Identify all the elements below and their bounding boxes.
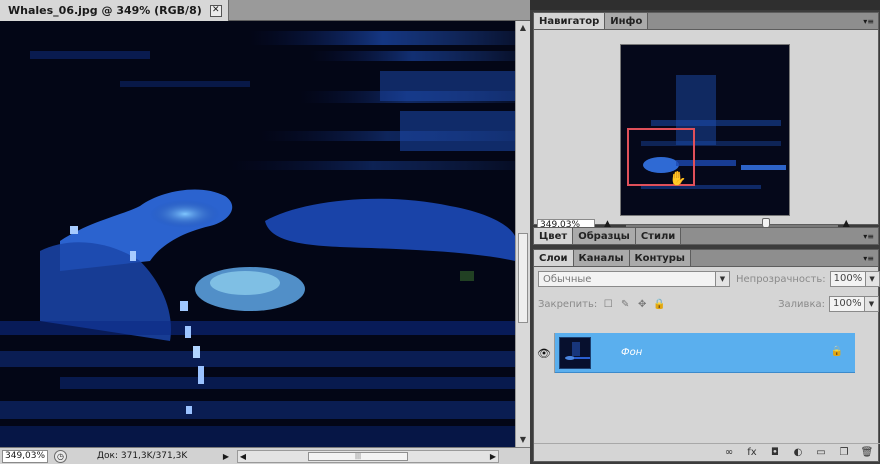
- status-menu-arrow-icon[interactable]: ▶: [221, 452, 231, 461]
- scroll-up-icon[interactable]: ▲: [518, 23, 528, 33]
- panel-menu-icon[interactable]: ▾≡: [863, 232, 874, 241]
- link-layers-icon[interactable]: ∞: [722, 447, 736, 458]
- layer-lock-icon: 🔒: [830, 346, 843, 357]
- navigator-tab-row: Навигатор Инфо ▾≡: [533, 12, 879, 30]
- zoom-field[interactable]: 349,03%: [2, 449, 48, 463]
- document-tab-bar: Whales_06.jpg @ 349% (RGB/8) ✕: [0, 0, 530, 21]
- document-tab-title: Whales_06.jpg @ 349% (RGB/8): [8, 4, 202, 17]
- panel-menu-icon[interactable]: ▾≡: [863, 17, 874, 26]
- tab-color[interactable]: Цвет: [534, 228, 574, 244]
- fill-label: Заливка:: [778, 298, 825, 310]
- tab-styles[interactable]: Стили: [635, 228, 682, 244]
- vertical-scrollbar[interactable]: ▲ ▼: [515, 21, 530, 447]
- layer-style-icon[interactable]: fx: [745, 447, 759, 458]
- vertical-scroll-thumb[interactable]: [518, 233, 528, 323]
- opacity-dropdown-icon[interactable]: ▼: [865, 271, 880, 287]
- scroll-down-icon[interactable]: ▼: [518, 435, 528, 445]
- layer-selection[interactable]: Фон 🔒: [555, 333, 855, 373]
- close-icon[interactable]: ✕: [209, 4, 222, 17]
- status-info-icon[interactable]: ◷: [54, 449, 67, 463]
- lock-transparency-icon[interactable]: ☐: [602, 298, 614, 310]
- adjustment-layer-icon[interactable]: ◐: [791, 447, 805, 458]
- hand-cursor-icon: ✋: [669, 171, 687, 187]
- blend-mode-value: Обычные: [543, 273, 592, 285]
- whale-image: [0, 21, 515, 447]
- fill-dropdown-icon[interactable]: ▼: [865, 296, 879, 312]
- navigator-panel: ✋ 349,03% ▲ ▲: [533, 30, 879, 232]
- add-mask-icon[interactable]: ◘: [768, 447, 782, 458]
- lock-row: Закрепить: ☐ ✎ ✥ 🔒 Заливка: 100% ▼: [534, 294, 880, 314]
- eye-icon[interactable]: 👁: [534, 333, 555, 373]
- blend-row: Обычные ▼ Непрозрачность: 100% ▼: [534, 269, 880, 289]
- layers-footer: ∞ fx ◘ ◐ ▭ ❐ 🗑: [534, 443, 880, 461]
- panel-menu-icon[interactable]: ▾≡: [863, 254, 874, 263]
- tab-paths[interactable]: Контуры: [629, 250, 691, 266]
- scroll-right-icon[interactable]: ▶: [488, 451, 498, 462]
- photoshop-workspace: Whales_06.jpg @ 349% (RGB/8) ✕ ▲ ▼ 349,0…: [0, 0, 880, 464]
- lock-all-icon[interactable]: 🔒: [653, 298, 665, 310]
- blend-mode-select[interactable]: Обычные ▼: [538, 271, 730, 287]
- opacity-label: Непрозрачность:: [736, 273, 826, 285]
- fill-field[interactable]: 100%: [829, 296, 865, 312]
- chevron-down-icon[interactable]: ▼: [715, 272, 729, 286]
- image-canvas[interactable]: [0, 21, 515, 447]
- document-window: Whales_06.jpg @ 349% (RGB/8) ✕ ▲ ▼ 349,0…: [0, 0, 530, 464]
- horizontal-scroll-thumb[interactable]: |||: [308, 451, 408, 461]
- horizontal-scrollbar[interactable]: ◀ ||| ▶: [237, 449, 499, 463]
- layers-panel: Обычные ▼ Непрозрачность: 100% ▼ Закрепи…: [533, 267, 880, 462]
- scroll-left-icon[interactable]: ◀: [238, 451, 248, 462]
- tab-info[interactable]: Инфо: [605, 13, 649, 29]
- navigator-preview[interactable]: ✋: [620, 44, 790, 216]
- document-status-bar: 349,03% ◷ Док: 371,3K/371,3K ▶ ◀ ||| ▶: [0, 447, 530, 464]
- lock-pixels-icon[interactable]: ✎: [619, 298, 631, 310]
- document-tab[interactable]: Whales_06.jpg @ 349% (RGB/8) ✕: [0, 0, 229, 21]
- lock-position-icon[interactable]: ✥: [636, 298, 648, 310]
- dock-header: [530, 0, 880, 10]
- layer-thumbnail: [559, 336, 591, 369]
- opacity-field[interactable]: 100%: [829, 271, 866, 287]
- lock-label: Закрепить:: [538, 298, 598, 310]
- layer-row-background[interactable]: 👁 Фон 🔒: [534, 333, 880, 373]
- tab-swatches[interactable]: Образцы: [573, 228, 636, 244]
- panel-dock: Навигатор Инфо ▾≡ ✋ 349,03% ▲ ▲ Цвет Обр…: [530, 0, 880, 464]
- tab-layers[interactable]: Слои: [534, 250, 574, 266]
- layer-thumbnail-image: [560, 337, 590, 368]
- tab-navigator[interactable]: Навигатор: [534, 13, 606, 29]
- layer-name[interactable]: Фон: [621, 347, 642, 358]
- color-tab-row: Цвет Образцы Стили ▾≡: [533, 227, 879, 245]
- tab-channels[interactable]: Каналы: [573, 250, 630, 266]
- document-size-info: Док: 371,3K/371,3K: [97, 451, 188, 461]
- new-layer-icon[interactable]: ❐: [837, 447, 851, 458]
- new-group-icon[interactable]: ▭: [814, 447, 828, 458]
- layers-tab-row: Слои Каналы Контуры ▾≡: [533, 249, 879, 267]
- delete-layer-icon[interactable]: 🗑: [860, 447, 874, 458]
